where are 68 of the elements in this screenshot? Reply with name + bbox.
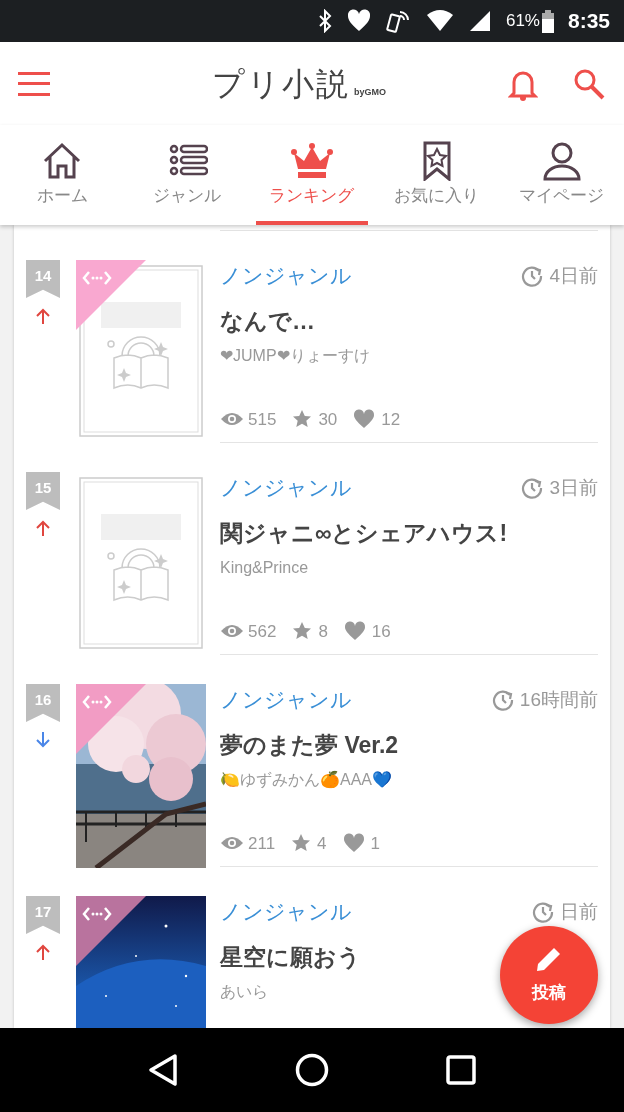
code-brackets-icon [82, 270, 112, 286]
like-count: 12 [381, 408, 401, 431]
phone-signal-icon [385, 8, 412, 34]
rank-ribbon: 17 [26, 896, 60, 934]
menu-button[interactable] [18, 71, 50, 96]
author-name: 🍋ゆずみかん🍊AAA💙 [220, 770, 392, 790]
author-name: King&Prince [220, 558, 309, 578]
crown-icon [291, 141, 333, 181]
code-brackets-icon [82, 694, 112, 710]
star-count: 8 [318, 620, 328, 643]
author-name: ❤JUMP❤りょーすけ [220, 346, 370, 366]
view-count: 562 [248, 620, 277, 643]
star-icon [292, 621, 313, 642]
story-title[interactable]: 星空に願おう [220, 939, 361, 974]
eye-icon [220, 835, 244, 852]
view-count: 211 [248, 832, 276, 855]
updated-time: 日前 [560, 899, 598, 924]
back-icon[interactable] [148, 1053, 179, 1087]
nav-tab[interactable]: マイページ [499, 125, 624, 225]
genre-link[interactable]: ノンジャンル [220, 472, 352, 504]
nav-tab[interactable]: ランキング [249, 125, 375, 225]
clock-refresh-icon [521, 476, 544, 499]
heart-icon [343, 621, 366, 642]
story-title[interactable]: 夢のまた夢 Ver.2 [220, 727, 399, 762]
nav-tab[interactable]: ジャンル [124, 125, 250, 225]
up-arrow-icon [35, 308, 51, 324]
author-name: あいら [220, 982, 268, 1002]
clock-refresh-icon [521, 264, 544, 287]
eye-icon [220, 411, 244, 428]
heart-icon [345, 8, 372, 34]
story-title[interactable]: 関ジャニ∞とシェアハウス! [220, 515, 508, 550]
code-brackets-icon [82, 906, 112, 922]
battery-icon [541, 9, 554, 33]
rank-ribbon: 16 [26, 684, 60, 722]
recent-apps-icon[interactable] [445, 1055, 476, 1085]
star-count: 30 [318, 408, 338, 431]
up-arrow-icon [35, 944, 51, 960]
eye-icon [220, 623, 244, 640]
story-title[interactable]: なんで… [220, 303, 315, 338]
genre-link[interactable]: ノンジャンル [220, 684, 352, 716]
rank-ribbon: 15 [26, 472, 60, 510]
nav-tab[interactable]: ホーム [0, 125, 125, 225]
genre-link[interactable]: ノンジャンル [220, 260, 352, 292]
clock-time: 8:35 [567, 8, 610, 35]
clock-refresh-icon [532, 900, 554, 923]
down-arrow-icon [35, 732, 51, 748]
star-icon [291, 833, 312, 854]
genre-link[interactable]: ノンジャンル [220, 896, 352, 928]
like-count: 1 [370, 832, 381, 855]
wifi-icon [425, 9, 454, 33]
view-count: 515 [248, 408, 277, 431]
bluetooth-icon [317, 9, 332, 33]
clock-refresh-icon [491, 688, 514, 711]
battery-percent: 61% [505, 10, 540, 33]
star-count: 4 [317, 832, 327, 855]
app-logo: プリ小説 [212, 64, 350, 104]
updated-time: 3日前 [549, 475, 598, 500]
rank-ribbon: 14 [26, 260, 60, 298]
star-icon [292, 409, 313, 430]
home-circle-icon[interactable] [295, 1053, 329, 1087]
nav-tab[interactable]: お気に入り [374, 125, 500, 225]
logo-byline: byGMO [354, 86, 386, 99]
updated-time: 4日前 [549, 263, 598, 288]
updated-time: 16時間前 [519, 687, 598, 712]
heart-icon [353, 409, 376, 430]
like-count: 16 [371, 620, 391, 643]
up-arrow-icon [35, 520, 51, 536]
heart-icon [342, 833, 365, 854]
